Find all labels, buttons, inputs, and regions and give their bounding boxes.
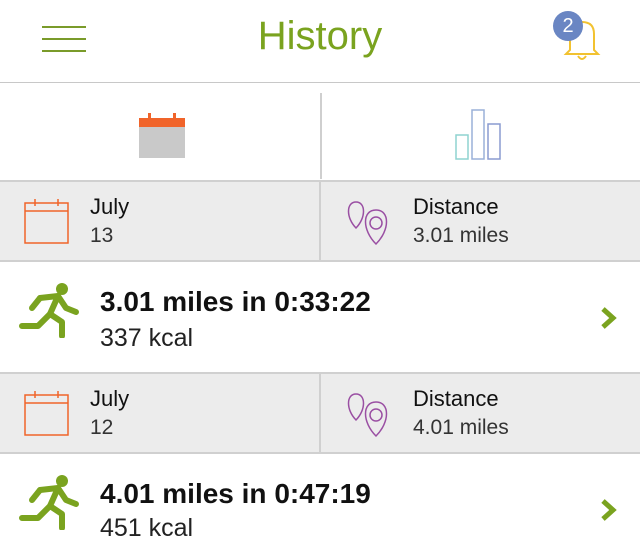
metric-label: Distance [413,386,499,411]
workout-summary: 4.01 miles in 0:47:19 [100,478,371,509]
workout-calories: 451 kcal [100,514,194,542]
date-day: 12 [90,416,114,439]
day-summary: July 13 Distance 3.01 miles [0,180,640,262]
chevron-right-icon[interactable] [600,498,618,522]
day-summary: July 12 Distance 4.01 miles [0,372,640,454]
tab-statistics[interactable] [322,83,640,180]
metric-value: 3.01 miles [413,224,509,247]
top-bar: History 2 [0,0,640,83]
bar-chart-icon [455,109,501,160]
metric-value: 4.01 miles [413,416,509,439]
page-title: History [257,14,383,58]
workout-row[interactable]: 4.01 miles in 0:47:19 451 kcal [0,454,640,557]
summary-divider [319,374,321,452]
location-pin-icon [347,393,388,438]
runner-icon [19,475,79,530]
workout-row[interactable]: 3.01 miles in 0:33:22 337 kcal [0,262,640,374]
view-tabs [0,83,640,180]
chevron-right-icon[interactable] [600,306,618,330]
calendar-icon [24,391,69,436]
date-day: 13 [90,224,114,247]
runner-icon [19,283,79,338]
calendar-icon [139,113,185,158]
date-month: July [90,194,130,219]
summary-divider [319,182,321,260]
tab-calendar[interactable] [0,83,320,180]
notification-badge: 2 [553,11,583,41]
workout-summary: 3.01 miles in 0:33:22 [100,286,371,317]
date-month: July [90,386,130,411]
workout-calories: 337 kcal [100,324,194,352]
metric-label: Distance [413,194,499,219]
calendar-icon [24,199,69,244]
location-pin-icon [347,201,388,246]
